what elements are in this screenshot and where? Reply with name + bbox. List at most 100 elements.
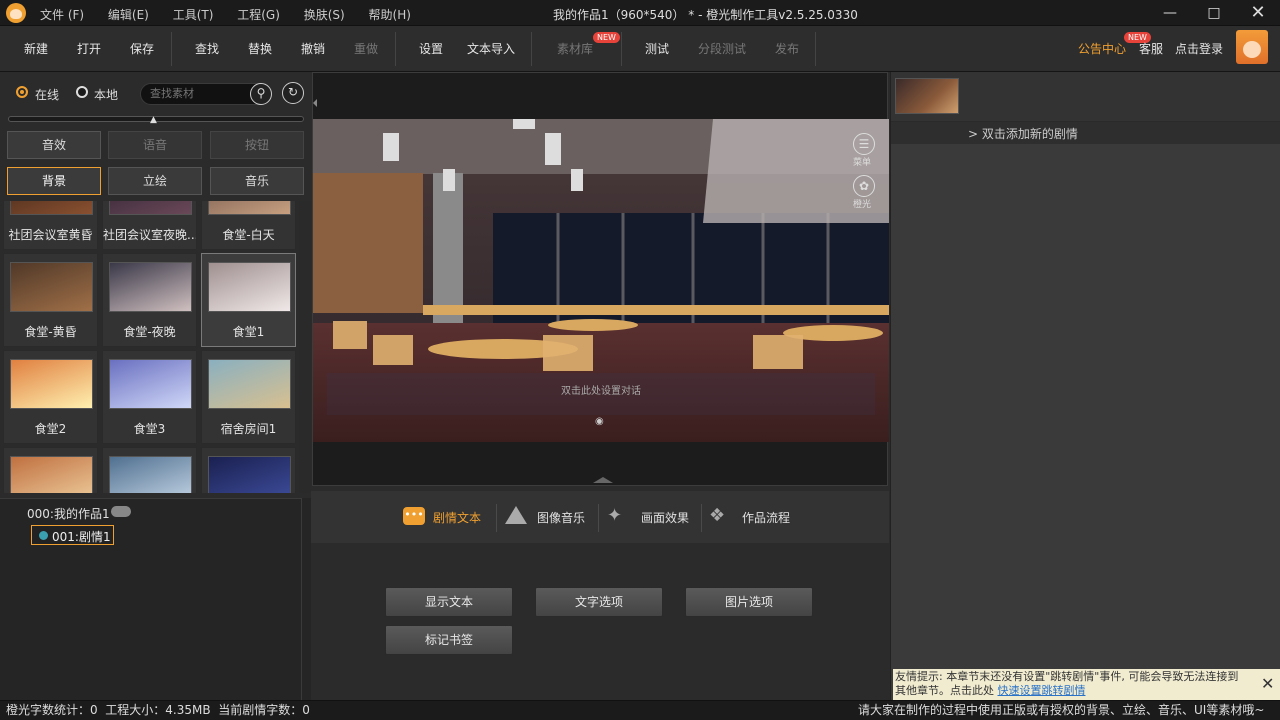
avatar[interactable] — [1236, 30, 1268, 64]
grid-scrollbar[interactable] — [299, 201, 311, 493]
asset-tile[interactable]: 社团会议室黄昏 — [3, 201, 98, 250]
category-voice[interactable]: 语音 — [108, 131, 202, 159]
category-button[interactable]: 按钮 — [210, 131, 304, 159]
add-story-row[interactable]: > 双击添加新的剧情 — [891, 122, 1280, 144]
eye-icon[interactable]: ◉ — [595, 416, 604, 427]
asset-tile[interactable]: 社团会议室夜晚... — [102, 201, 197, 250]
app-logo — [6, 3, 26, 23]
find-button[interactable]: 查找 — [195, 26, 219, 72]
asset-tile[interactable]: 食堂2 — [3, 350, 98, 444]
category-sound-effect[interactable]: 音效 — [7, 131, 101, 159]
login-link[interactable]: 点击登录 — [1175, 26, 1223, 72]
category-portrait[interactable]: 立绘 — [108, 167, 202, 195]
tab-image-music[interactable]: 图像音乐 — [537, 491, 585, 543]
asset-thumbnail — [10, 359, 93, 409]
slider-handle-icon[interactable]: ▲ — [150, 115, 157, 125]
customer-service-link[interactable]: 客服 — [1139, 26, 1163, 72]
menu-edit[interactable]: 编辑(E) — [108, 6, 149, 23]
asset-tile[interactable]: 食堂-白天 — [201, 201, 296, 250]
asset-tile[interactable]: 食堂3 — [102, 350, 197, 444]
show-text-button[interactable]: 显示文本 — [385, 587, 513, 617]
status-bar: 橙光字数统计：0 工程大小：4.35MB 当前剧情字数：0 请大家在制作的过程中… — [0, 700, 1280, 720]
open-button[interactable]: 打开 — [77, 26, 101, 72]
sparkle-icon: ✦ — [607, 505, 623, 526]
toolbar-divider — [621, 32, 622, 66]
redo-button[interactable]: 重做 — [354, 26, 378, 72]
asset-tile[interactable] — [3, 447, 98, 493]
toolbar-divider — [815, 32, 816, 66]
text-options-button[interactable]: 文字选项 — [535, 587, 663, 617]
search-icon[interactable]: ⚲ — [250, 83, 272, 105]
tree-root[interactable]: 000:我的作品1 — [27, 505, 110, 522]
collapse-arrow-icon[interactable] — [593, 477, 613, 483]
close-icon[interactable]: ✕ — [1247, 2, 1269, 24]
asset-thumbnail — [208, 359, 291, 409]
dialogue-box[interactable]: 双击此处设置对话 — [327, 373, 875, 415]
mountain-icon — [505, 506, 527, 524]
action-area — [311, 543, 889, 700]
asset-thumbnail — [109, 456, 192, 493]
maximize-icon[interactable]: □ — [1203, 2, 1225, 24]
tab-story-text[interactable]: 剧情文本 — [433, 491, 481, 543]
refresh-icon[interactable]: ↻ — [282, 82, 304, 104]
tree-scrollbar[interactable] — [301, 498, 311, 700]
asset-label: 食堂2 — [34, 422, 67, 436]
asset-tile[interactable]: 食堂-黄昏 — [3, 253, 98, 347]
tree-chapter-item[interactable]: 001:剧情1 — [31, 525, 114, 545]
asset-tile[interactable]: 食堂-夜晚 — [102, 253, 197, 347]
settings-button[interactable]: 设置 — [419, 26, 443, 72]
menu-file[interactable]: 文件 (F) — [40, 6, 84, 23]
category-background[interactable]: 背景 — [7, 167, 101, 195]
story-thumbnail[interactable] — [895, 78, 959, 114]
image-options-button[interactable]: 图片选项 — [685, 587, 813, 617]
bookmark-button[interactable]: 标记书签 — [385, 625, 513, 655]
status-stats: 橙光字数统计：0 工程大小：4.35MB 当前剧情字数：0 — [6, 703, 310, 717]
tab-work-flow[interactable]: 作品流程 — [742, 491, 790, 543]
preview-stage: ☰ 菜单 ✿ 橙光 双击此处设置对话 ◉ — [312, 72, 889, 486]
notice-center-link[interactable]: 公告中心 — [1078, 26, 1126, 72]
publish-button[interactable]: 发布 — [775, 26, 799, 72]
speech-icon: ••• — [403, 507, 425, 525]
chapter-icon — [39, 531, 48, 540]
window-title: 我的作品1（960*540） * - 橙光制作工具v2.5.25.0330 — [553, 8, 858, 22]
save-button[interactable]: 保存 — [130, 26, 154, 72]
asset-tile[interactable]: 食堂1 — [201, 253, 296, 347]
segment-test-button[interactable]: 分段测试 — [698, 26, 746, 72]
quick-jump-link[interactable]: 快速设置跳转剧情 — [998, 684, 1086, 697]
orange-icon[interactable]: ✿ — [853, 175, 875, 197]
undo-button[interactable]: 撤销 — [301, 26, 325, 72]
tab-divider — [701, 504, 702, 532]
category-music[interactable]: 音乐 — [210, 167, 304, 195]
collapse-icon[interactable] — [111, 506, 131, 517]
online-radio[interactable] — [16, 86, 28, 98]
text-import-button[interactable]: 文本导入 — [467, 26, 515, 72]
test-button[interactable]: 测试 — [645, 26, 669, 72]
tab-screen-effects[interactable]: 画面效果 — [641, 491, 689, 543]
asset-label: 社团会议室夜晚... — [103, 228, 196, 242]
flow-icon: ❖ — [709, 505, 726, 526]
dialogue-hint: 双击此处设置对话 — [561, 386, 641, 397]
menu-icon[interactable]: ☰ — [853, 133, 875, 155]
new-button[interactable]: 新建 — [24, 26, 48, 72]
asset-label: 食堂-黄昏 — [24, 325, 77, 339]
asset-search-input[interactable] — [150, 87, 250, 100]
asset-label: 食堂-白天 — [222, 228, 275, 242]
local-radio[interactable] — [76, 86, 88, 98]
menu-tools[interactable]: 工具(T) — [173, 6, 214, 23]
warning-close-icon[interactable]: ✕ — [1261, 674, 1274, 693]
menu-help[interactable]: 帮助(H) — [369, 6, 411, 23]
tab-divider — [598, 504, 599, 532]
asset-tile[interactable] — [201, 447, 296, 493]
asset-tile[interactable] — [102, 447, 197, 493]
menu-icon-label: 菜单 — [853, 158, 872, 168]
minimize-icon[interactable]: — — [1159, 2, 1181, 24]
asset-thumbnail — [109, 201, 192, 215]
panel-toggle-icon[interactable] — [313, 99, 317, 107]
menu-skin[interactable]: 换肤(S) — [304, 6, 345, 23]
toolbar-divider — [531, 32, 532, 66]
asset-tile[interactable]: 宿舍房间1 — [201, 350, 296, 444]
replace-button[interactable]: 替换 — [248, 26, 272, 72]
menu-project[interactable]: 工程(G) — [237, 6, 280, 23]
asset-label: 宿舍房间1 — [220, 422, 277, 436]
library-button[interactable]: 素材库 — [557, 26, 593, 72]
